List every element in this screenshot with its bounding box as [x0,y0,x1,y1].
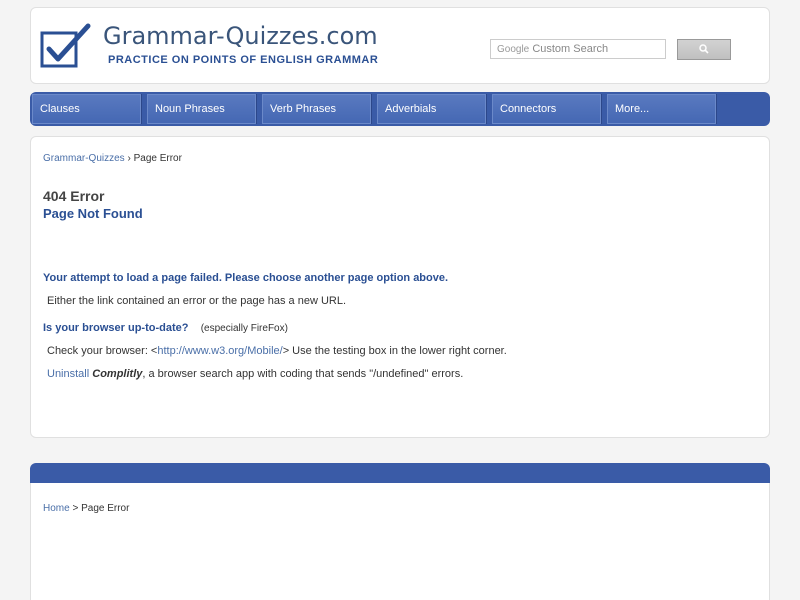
nav-item-connectors[interactable]: Connectors [492,94,602,124]
w3-mobile-link[interactable]: http://www.w3.org/Mobile/ [157,345,282,357]
nav-item-noun-phrases[interactable]: Noun Phrases [147,94,257,124]
uninstall-rest: , a browser search app with coding that … [142,368,464,380]
error-reason: Either the link contained an error or th… [47,295,347,307]
content-panel: Grammar-Quizzes › Page Error 404 Error P… [30,136,770,438]
complitly-app-name: Complitly [92,368,143,380]
check-browser-line: Check your browser: <http://www.w3.org/M… [47,345,507,357]
google-brand-label: Google [497,44,530,55]
check-suffix: > Use the testing box in the lower right… [282,345,507,357]
browser-note: (especially FireFox) [200,323,288,334]
footer-home-link[interactable]: Home [43,503,70,514]
checkbox-check-icon[interactable] [40,23,94,69]
search-placeholder: Custom Search [532,43,609,55]
footer-breadcrumb-current: Page Error [81,503,130,514]
uninstall-link[interactable]: Uninstall [47,368,89,380]
nav-item-clauses[interactable]: Clauses [32,94,142,124]
error-message: Your attempt to load a page failed. Plea… [43,272,449,284]
search-icon [699,41,709,59]
footer-breadcrumb: Home > Page Error [43,503,129,514]
check-prefix: Check your browser: < [47,345,158,357]
breadcrumb-separator: › [127,153,131,164]
error-subtitle: Page Not Found [43,206,143,221]
nav-item-adverbials[interactable]: Adverbials [377,94,487,124]
search-button[interactable] [677,39,731,60]
site-header: Grammar-Quizzes.com PRACTICE ON POINTS O… [30,7,770,84]
footer-breadcrumb-separator: > [72,503,79,514]
breadcrumb-home-link[interactable]: Grammar-Quizzes [43,153,125,164]
browser-question: Is your browser up-to-date? [43,322,189,334]
main-nav: Clauses Noun Phrases Verb Phrases Adverb… [30,92,770,126]
search-input[interactable]: Google Custom Search [490,39,666,59]
site-title[interactable]: Grammar-Quizzes.com [103,22,378,50]
footer-bar [30,463,770,483]
uninstall-line: Uninstall Complitly, a browser search ap… [47,368,463,380]
nav-item-more[interactable]: More... [607,94,717,124]
breadcrumb-current: Page Error [133,153,182,164]
nav-item-verb-phrases[interactable]: Verb Phrases [262,94,372,124]
breadcrumb: Grammar-Quizzes › Page Error [43,153,182,164]
browser-check-line: Is your browser up-to-date? (especially … [43,322,288,334]
footer-panel: Home > Page Error [30,483,770,600]
site-tagline: PRACTICE ON POINTS OF ENGLISH GRAMMAR [108,54,379,66]
error-title: 404 Error [43,188,105,204]
